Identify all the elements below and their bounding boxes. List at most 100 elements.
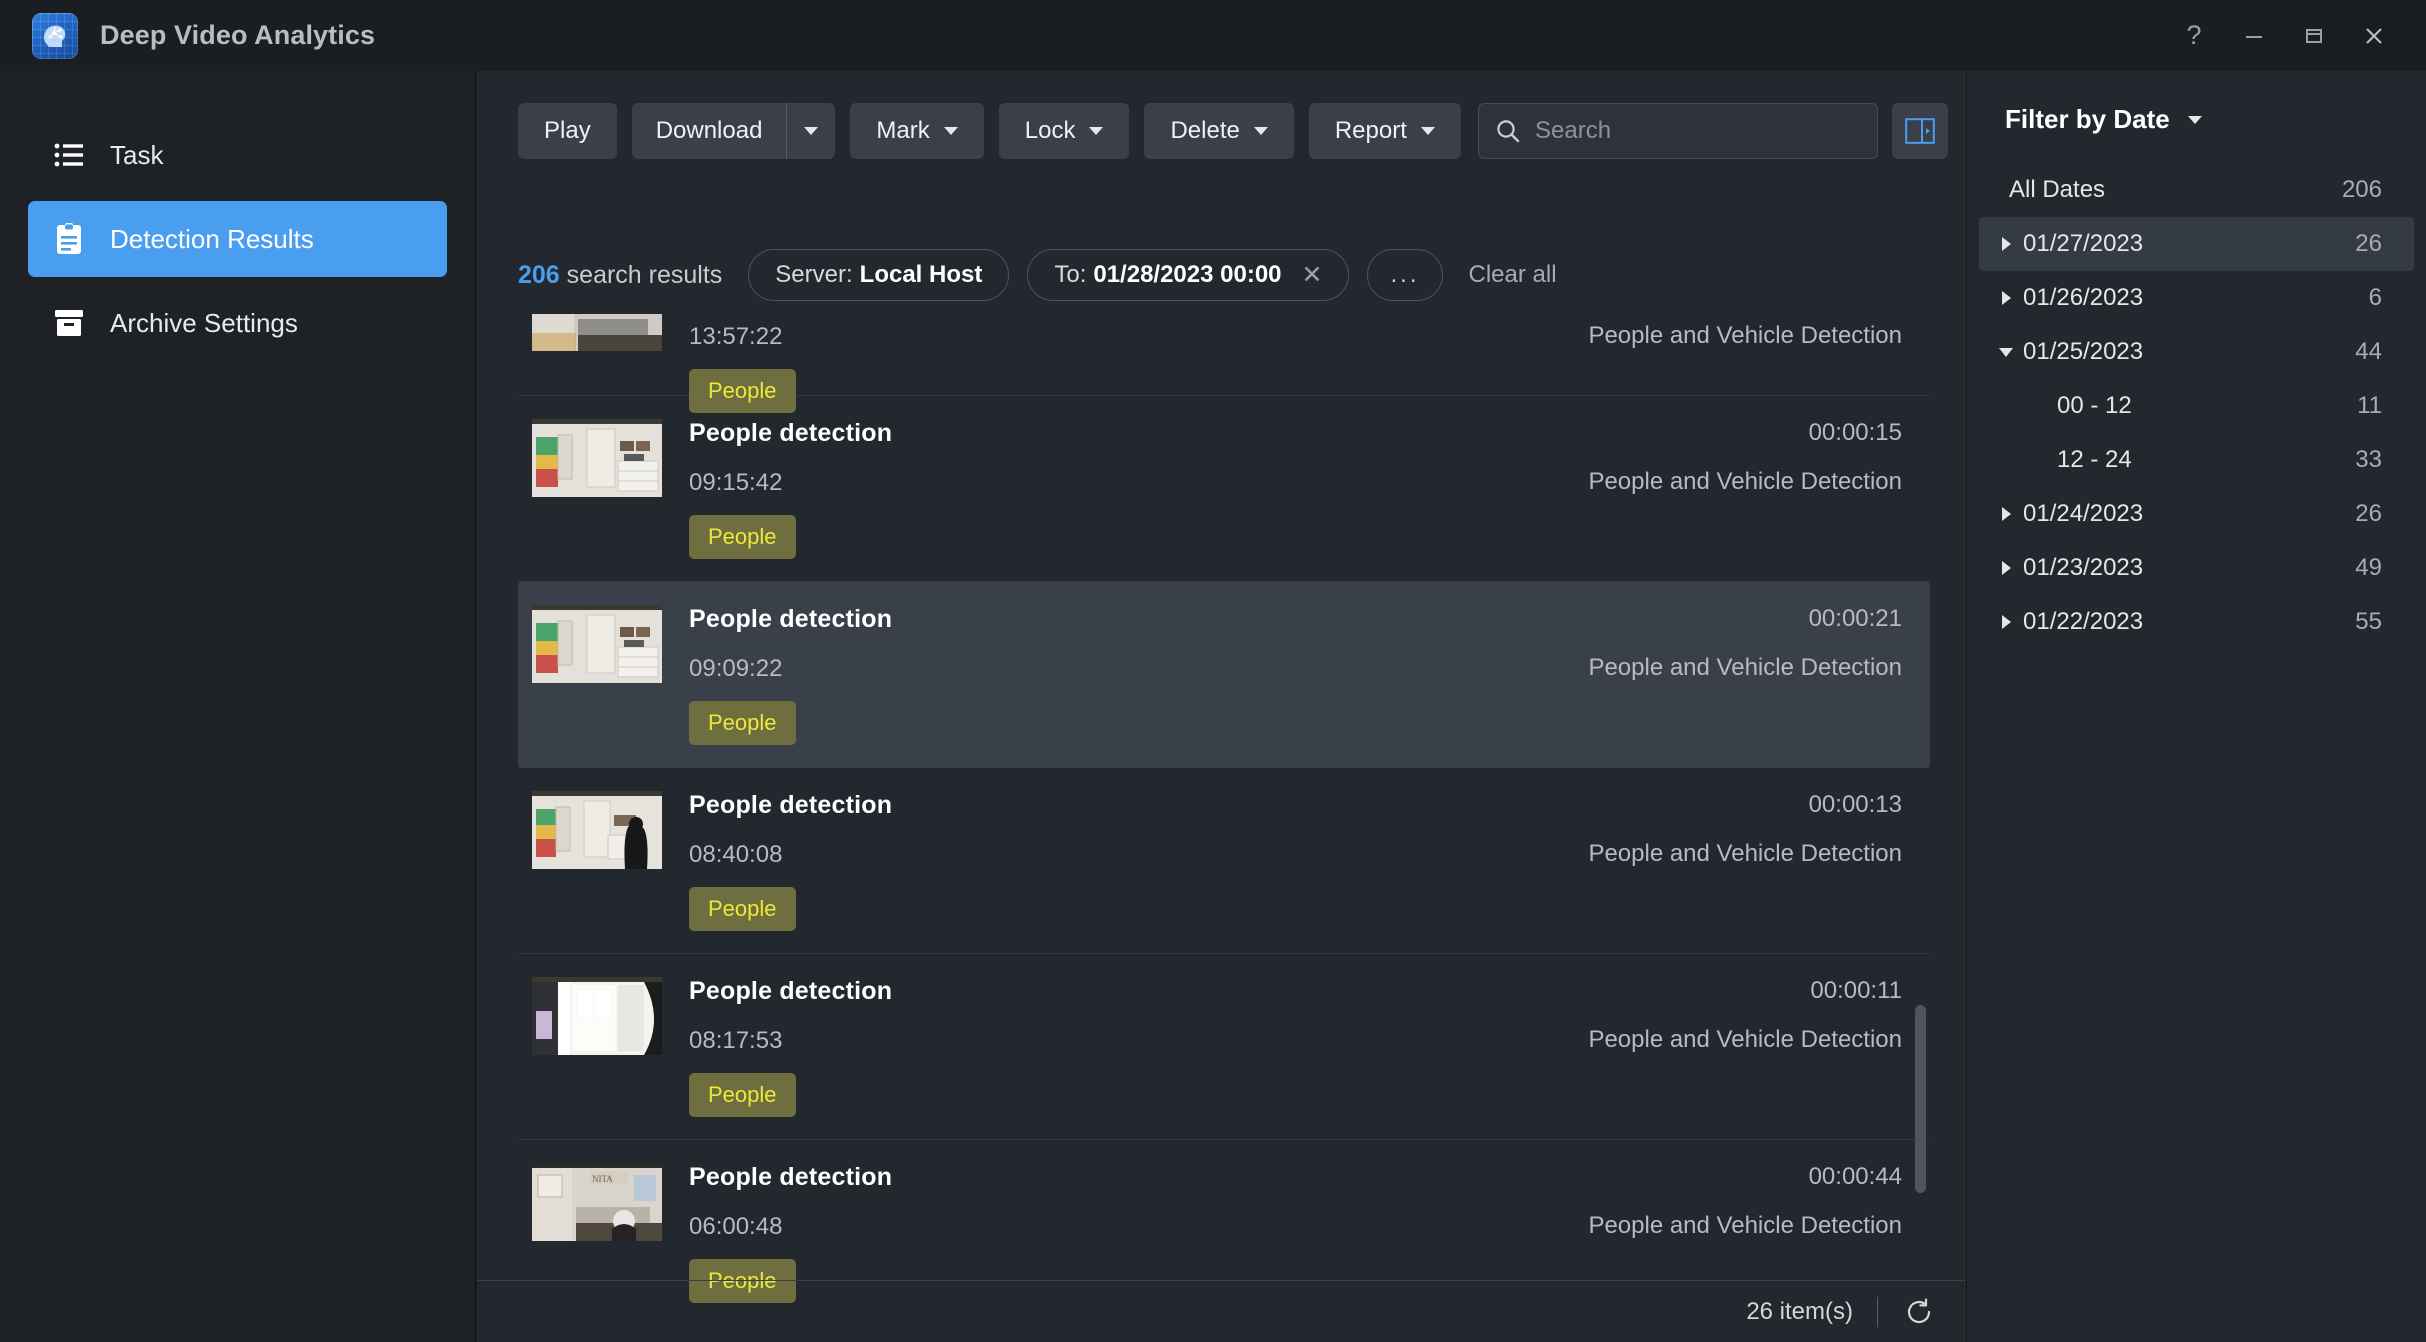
row-body: People detection 09:15:42 People 00:00:1… (662, 408, 1930, 559)
table-row[interactable]: People detection 09:15:42 People 00:00:1… (518, 396, 1930, 582)
title-bar: Deep Video Analytics ? (0, 0, 2426, 71)
play-button-label: Play (544, 117, 591, 144)
row-duration: 00:00:15 (1808, 419, 1902, 446)
tree-item-label: 00 - 12 (2057, 392, 2132, 419)
tree-item-label: 01/25/2023 (2023, 338, 2144, 365)
expand-collapse-icon[interactable] (1989, 347, 2023, 357)
play-button[interactable]: Play (518, 103, 617, 159)
search-input[interactable] (1535, 117, 1861, 145)
sidebar: Task Detection Results Archive Settings (0, 71, 476, 1342)
thumbnail[interactable] (532, 605, 662, 683)
row-duration: 00:00:11 (1810, 977, 1902, 1004)
panel-toggle-icon (1905, 118, 1935, 144)
footer-divider (1877, 1296, 1878, 1327)
table-row[interactable]: People detection 08:17:53 People 00:00:1… (518, 954, 1930, 1140)
tree-item-date[interactable]: 01/24/2023 26 (1979, 487, 2414, 541)
delete-button[interactable]: Delete (1144, 103, 1294, 159)
tree-item-hour-range[interactable]: 00 - 12 11 (1979, 379, 2414, 433)
chip-server[interactable]: Server: Local Host (748, 249, 1010, 301)
thumbnail[interactable] (532, 419, 662, 497)
chevron-down-icon (1420, 127, 1435, 135)
lock-button[interactable]: Lock (998, 103, 1130, 159)
minimize-button[interactable] (2224, 0, 2284, 71)
sidebar-item-detection-results[interactable]: Detection Results (28, 201, 447, 277)
row-body: People detection 08:17:53 People 00:00:1… (662, 966, 1930, 1117)
sidebar-item-task[interactable]: Task (28, 117, 447, 193)
results-number: 206 (518, 260, 560, 289)
row-source: People and Vehicle Detection (1588, 1026, 1902, 1053)
maximize-icon (2306, 28, 2322, 43)
window-controls: ? (2164, 0, 2426, 71)
tree-item-count: 33 (2355, 446, 2382, 473)
refresh-icon (1907, 1298, 1931, 1323)
search-box[interactable] (1478, 103, 1878, 159)
row-source: People and Vehicle Detection (1588, 654, 1902, 681)
table-row[interactable]: People detection 09:09:22 People 00:00:2… (518, 582, 1930, 768)
search-results-count: 206 search results (518, 261, 722, 290)
tree-item-date[interactable]: 01/22/2023 55 (1979, 595, 2414, 649)
row-meta: 00:00:44 People and Vehicle Detection (1588, 1152, 1902, 1240)
thumbnail[interactable]: NITA (532, 314, 662, 351)
refresh-button[interactable] (1902, 1295, 1936, 1329)
detection-results-list[interactable]: NITA People detection 13:57:22 People 00… (518, 314, 1930, 1324)
app-title: Deep Video Analytics (100, 20, 376, 50)
table-row[interactable]: NITA People detection 13:57:22 People 00… (518, 314, 1930, 413)
chip-date-to[interactable]: To: 01/28/2023 00:00 ✕ (1027, 249, 1350, 301)
tree-item-count: 26 (2355, 500, 2382, 527)
tree-item-date[interactable]: 01/23/2023 49 (1979, 541, 2414, 595)
thumbnail[interactable] (532, 977, 662, 1055)
report-button[interactable]: Report (1308, 103, 1461, 159)
chevron-down-icon (1089, 127, 1104, 135)
archive-box-icon (52, 306, 86, 340)
action-toolbar: Play Download Mark Lock Delete Report (518, 103, 1461, 159)
thumbnail[interactable]: NITA (532, 1163, 662, 1241)
status-badge: People (689, 701, 796, 745)
tree-item-date[interactable]: 01/27/2023 26 (1979, 217, 2414, 271)
expand-collapse-icon[interactable] (1989, 237, 2023, 251)
row-source: People and Vehicle Detection (1588, 468, 1902, 495)
panel-toggle-button[interactable] (1892, 103, 1948, 159)
chip-remove-icon[interactable]: ✕ (1302, 262, 1323, 288)
tree-item-date[interactable]: 01/25/2023 44 (1979, 325, 2414, 379)
download-dropdown-button[interactable] (787, 103, 835, 159)
tree-item-all-dates[interactable]: All Dates 206 (1979, 163, 2414, 217)
brain-head-icon (32, 12, 78, 59)
tree-item-count: 206 (2341, 176, 2382, 203)
svg-text:NITA: NITA (592, 1174, 613, 1184)
chevron-down-icon[interactable] (2187, 115, 2202, 124)
report-button-label: Report (1334, 117, 1407, 144)
tree-item-hour-range[interactable]: 12 - 24 33 (1979, 433, 2414, 487)
sidebar-item-archive-settings[interactable]: Archive Settings (28, 285, 447, 361)
sidebar-item-label: Detection Results (110, 223, 314, 254)
tree-item-date[interactable]: 01/26/2023 6 (1979, 271, 2414, 325)
chip-date-label: To: (1054, 261, 1087, 288)
help-button[interactable]: ? (2164, 0, 2224, 71)
clear-all-link[interactable]: Clear all (1469, 261, 1557, 289)
expand-collapse-icon[interactable] (1989, 561, 2023, 575)
tree-item-count: 26 (2355, 230, 2382, 257)
maximize-button[interactable] (2284, 0, 2344, 71)
tree-item-count: 49 (2355, 554, 2382, 581)
expand-collapse-icon[interactable] (1989, 507, 2023, 521)
expand-collapse-icon[interactable] (1989, 291, 2023, 305)
thumbnail[interactable] (532, 791, 662, 869)
filter-panel-header[interactable]: Filter by Date (1967, 104, 2426, 135)
table-row[interactable]: People detection 08:40:08 People 00:00:1… (518, 768, 1930, 954)
row-meta: 00:00:11 People and Vehicle Detection (1588, 966, 1902, 1054)
expand-collapse-icon[interactable] (1989, 615, 2023, 629)
chip-overflow-label: ... (1390, 261, 1420, 288)
row-source: People and Vehicle Detection (1588, 1212, 1902, 1239)
chip-overflow-button[interactable]: ... (1367, 249, 1443, 301)
sidebar-item-label: Archive Settings (110, 307, 298, 338)
tree-item-label: 01/26/2023 (2023, 284, 2144, 311)
list-icon (52, 138, 86, 172)
row-duration: 00:00:44 (1808, 1163, 1902, 1190)
list-scrollbar-thumb[interactable] (1915, 1005, 1926, 1193)
status-badge: People (689, 1073, 796, 1117)
download-button[interactable]: Download (631, 103, 836, 159)
row-meta: 00:00:21 People and Vehicle Detection (1588, 594, 1902, 682)
tree-item-label: All Dates (2009, 176, 2106, 203)
mark-button[interactable]: Mark (850, 103, 984, 159)
close-button[interactable] (2344, 0, 2404, 71)
chip-server-value: Local Host (859, 261, 983, 288)
